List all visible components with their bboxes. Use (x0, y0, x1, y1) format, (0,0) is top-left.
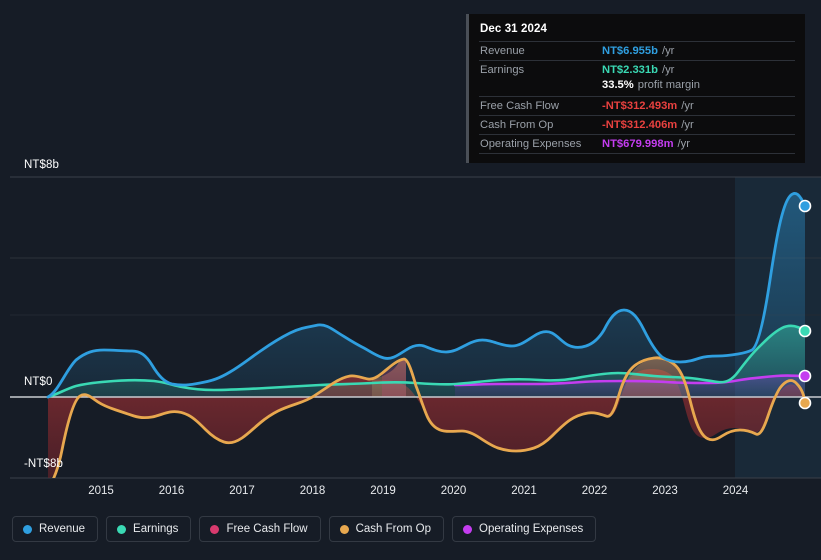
tooltip-value-operating-expenses: NT$679.998m (602, 138, 674, 150)
legend-item-cash-from-op[interactable]: Cash From Op (328, 516, 445, 542)
x-axis-tick-2023: 2023 (652, 485, 678, 497)
tooltip-unit-earnings: /yr (661, 64, 675, 76)
data-tooltip: Dec 31 2024 Revenue NT$6.955b /yr Earnin… (466, 14, 805, 163)
legend-color-dot-icon (210, 524, 220, 534)
x-axis-tick-2020: 2020 (440, 485, 467, 497)
tooltip-row-cash-from-op: Cash From Op -NT$312.406m /yr (479, 115, 795, 134)
tooltip-row-free-cash-flow: Free Cash Flow -NT$312.493m /yr (479, 96, 795, 115)
y-axis-label-bottom: -NT$8b (24, 458, 63, 470)
tooltip-value-revenue: NT$6.955b (602, 45, 658, 57)
tooltip-value-cash-from-op: -NT$312.406m (602, 119, 678, 131)
tooltip-label-cash-from-op: Cash From Op (480, 119, 554, 131)
legend-item-revenue[interactable]: Revenue (12, 516, 99, 542)
legend-color-dot-icon (23, 524, 32, 534)
tooltip-value-free-cash-flow: -NT$312.493m (602, 100, 678, 112)
tooltip-unit-revenue: /yr (661, 45, 675, 57)
financial-chart-page: NT$8b NT$0 -NT$8b 2015 2016 2017 2018 2019 20… (0, 0, 821, 560)
x-axis-tick-2024: 2024 (722, 485, 749, 497)
endpoint-opex (798, 369, 812, 383)
x-axis-tick-2015: 2015 (88, 485, 114, 497)
tooltip-label-profit-margin: profit margin (637, 79, 700, 91)
endpoint-revenue (798, 199, 812, 213)
x-axis-tick-2022: 2022 (581, 485, 608, 497)
x-axis-tick-2017: 2017 (229, 485, 255, 497)
tooltip-label-operating-expenses: Operating Expenses (480, 138, 582, 150)
tooltip-label-revenue: Revenue (480, 45, 525, 57)
tooltip-unit-free-cash-flow: /yr (681, 100, 694, 112)
legend-label: Cash From Op (355, 523, 432, 535)
chart-legend: Revenue Earnings Free Cash Flow Cash From O… (12, 516, 597, 542)
legend-color-dot-icon (117, 524, 127, 534)
legend-color-dot-icon (339, 524, 349, 534)
revenue-area (48, 193, 805, 397)
legend-label: Revenue (39, 523, 86, 535)
x-axis-tick-2018: 2018 (299, 485, 326, 497)
tooltip-value-profit-margin: 33.5% (602, 79, 634, 91)
y-axis-label-zero: NT$0 (24, 376, 53, 388)
tooltip-unit-operating-expenses: /yr (677, 138, 690, 150)
legend-label: Free Cash Flow (226, 523, 308, 535)
endpoint-earnings (798, 324, 812, 338)
legend-label: Operating Expenses (479, 523, 584, 535)
tooltip-label-free-cash-flow: Free Cash Flow (480, 100, 559, 112)
legend-item-free-cash-flow[interactable]: Free Cash Flow (199, 516, 321, 542)
tooltip-row-profit-margin: 33.5% profit margin (479, 79, 795, 96)
x-axis-tick-2021: 2021 (511, 485, 537, 497)
tooltip-value-earnings: NT$2.331b (602, 64, 658, 76)
legend-label: Earnings (133, 523, 179, 535)
tooltip-footer-divider (479, 153, 795, 156)
tooltip-row-revenue: Revenue NT$6.955b /yr (479, 41, 795, 60)
tooltip-date: Dec 31 2024 (480, 23, 547, 35)
tooltip-unit-cash-from-op: /yr (681, 119, 694, 131)
tooltip-row-earnings: Earnings NT$2.331b /yr (479, 60, 795, 79)
y-axis-label-top: NT$8b (24, 159, 60, 171)
x-axis-tick-2016: 2016 (158, 485, 185, 497)
endpoint-cash-from-op (798, 396, 812, 410)
tooltip-label-earnings: Earnings (480, 64, 525, 76)
legend-color-dot-icon (463, 524, 473, 534)
tooltip-row-operating-expenses: Operating Expenses NT$679.998m /yr (479, 134, 795, 153)
legend-item-earnings[interactable]: Earnings (106, 516, 192, 542)
legend-item-operating-expenses[interactable]: Operating Expenses (452, 516, 597, 542)
x-axis-tick-2019: 2019 (370, 485, 396, 497)
